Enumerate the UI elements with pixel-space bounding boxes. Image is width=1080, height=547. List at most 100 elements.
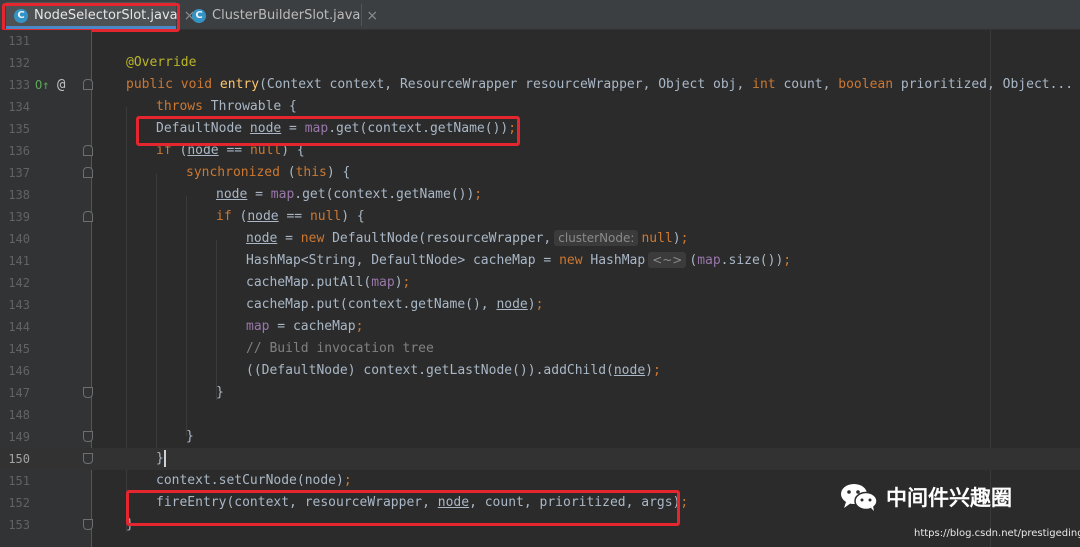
- fold-icon[interactable]: [83, 431, 93, 442]
- code-line[interactable]: 134 throws Throwable {: [0, 96, 1080, 118]
- code-line[interactable]: 141 HashMap<String, DefaultNode> cacheMa…: [0, 250, 1080, 272]
- semicolon: ;: [474, 187, 483, 202]
- code-fragment: prioritized, Object... args): [900, 77, 1074, 92]
- code-line[interactable]: 138 node = map.get(context.getName());: [0, 184, 1080, 206]
- line-number: 135: [8, 122, 30, 136]
- code-text: // Build invocation tree: [246, 338, 434, 360]
- code-fragment: cacheMap.putAll(: [246, 275, 372, 290]
- code-line[interactable]: 142 cacheMap.putAll(map);: [0, 272, 1080, 294]
- semicolon: ;: [680, 495, 689, 510]
- code-fragment: =: [247, 187, 271, 202]
- line-number: 136: [8, 144, 30, 158]
- fold-icon[interactable]: [83, 79, 93, 90]
- fold-icon[interactable]: [83, 387, 93, 398]
- class-icon: C: [192, 8, 206, 23]
- watermark-title: 中间件兴趣圈: [886, 486, 1012, 510]
- code-text: }: [156, 448, 166, 470]
- code-line[interactable]: 146 ((DefaultNode) context.getLastNode()…: [0, 360, 1080, 382]
- highlight-box-map-get: [136, 116, 520, 146]
- code-line[interactable]: 137 synchronized (this) {: [0, 162, 1080, 184]
- code-fragment: ): [672, 231, 681, 246]
- watermark: 中间件兴趣圈: [840, 482, 1012, 512]
- line-number: 150: [8, 452, 30, 466]
- code-text: throws Throwable {: [156, 96, 297, 118]
- line-number: 133: [8, 78, 30, 92]
- code-line[interactable]: 133 O↑ @ public void entry(Context conte…: [0, 74, 1080, 96]
- code-text: if (node == null) {: [216, 206, 365, 228]
- field: map: [246, 319, 270, 334]
- semicolon: ;: [402, 275, 411, 290]
- code-line[interactable]: 132 @Override: [0, 52, 1080, 74]
- code-text: HashMap<String, DefaultNode> cacheMap = …: [246, 250, 791, 272]
- keyword: int: [752, 77, 776, 92]
- highlight-box-active-tab: [2, 3, 180, 32]
- code-text: node = new DefaultNode(resourceWrapper, c…: [246, 228, 688, 250]
- code-fragment: ): [527, 297, 536, 312]
- code-line[interactable]: 149 }: [0, 426, 1080, 448]
- line-number: 145: [8, 342, 30, 356]
- text-caret: [163, 450, 166, 467]
- keyword: boolean: [838, 77, 894, 92]
- code-fragment: count,: [775, 77, 839, 92]
- keyword: if: [216, 209, 232, 224]
- semicolon: ;: [653, 363, 661, 378]
- highlight-box-fire-entry: [126, 490, 680, 526]
- code-fragment: .size()): [720, 253, 784, 268]
- code-line[interactable]: 139 if (node == null) {: [0, 206, 1080, 228]
- semicolon: ;: [343, 473, 352, 488]
- variable: node: [613, 363, 646, 378]
- code-line[interactable]: 148: [0, 404, 1080, 426]
- keyword: new: [300, 231, 325, 246]
- code-fragment: .get(context.getName()): [294, 187, 475, 202]
- code-fragment: = cacheMap: [269, 319, 356, 334]
- code-line[interactable]: 143 cacheMap.put(context.getName(), node…: [0, 294, 1080, 316]
- code-line-current[interactable]: 150 }: [0, 448, 1080, 470]
- tab-divider: [361, 4, 362, 26]
- code-editor[interactable]: 131 132 @Override 133 O↑ @ public void e…: [0, 30, 1080, 547]
- code-fragment: context.setCurNode(node): [156, 473, 344, 488]
- semicolon: ;: [680, 231, 689, 246]
- fold-icon[interactable]: [83, 453, 93, 464]
- code-line[interactable]: 147 }: [0, 382, 1080, 404]
- fold-icon[interactable]: [83, 167, 93, 178]
- code-fragment: cacheMap.put(context.getName(),: [246, 297, 497, 312]
- override-icon[interactable]: O↑: [35, 74, 49, 96]
- line-number: 141: [8, 254, 30, 268]
- code-fragment: (: [279, 165, 296, 180]
- code-line[interactable]: 144 map = cacheMap;: [0, 316, 1080, 338]
- semicolon: ;: [783, 253, 792, 268]
- code-fragment: ): [645, 363, 653, 378]
- line-number: 143: [8, 298, 30, 312]
- code-text: ((DefaultNode) context.getLastNode()).ad…: [246, 360, 661, 382]
- code-fragment: ) {: [326, 165, 351, 180]
- annotation-icon[interactable]: @: [57, 74, 65, 96]
- line-number: 140: [8, 232, 30, 246]
- code-fragment: (: [689, 253, 698, 268]
- code-text: map = cacheMap;: [246, 316, 363, 338]
- fold-icon[interactable]: [83, 145, 93, 156]
- field: map: [371, 275, 395, 290]
- diamond-hint[interactable]: <~>: [648, 252, 687, 268]
- fold-icon[interactable]: [83, 211, 93, 222]
- field: map: [697, 253, 721, 268]
- keyword: new: [559, 253, 583, 268]
- code-line[interactable]: 131: [0, 30, 1080, 52]
- semicolon: ;: [535, 297, 544, 312]
- code-fragment: (Context context, ResourceWrapper resour…: [259, 77, 753, 92]
- code-fragment: }: [156, 451, 164, 466]
- fold-icon[interactable]: [83, 519, 93, 530]
- close-icon[interactable]: ×: [366, 8, 378, 24]
- code-fragment: ==: [278, 209, 310, 224]
- method-name: entry: [219, 77, 260, 92]
- keyword: synchronized: [186, 165, 280, 180]
- code-text: node = map.get(context.getName());: [216, 184, 482, 206]
- comment: // Build invocation tree: [246, 341, 434, 356]
- code-line[interactable]: 140 node = new DefaultNode(resourceWrapp…: [0, 228, 1080, 250]
- keyword: null: [309, 209, 342, 224]
- code-line[interactable]: 145 // Build invocation tree: [0, 338, 1080, 360]
- code-text: context.setCurNode(node);: [156, 470, 352, 492]
- line-number: 153: [8, 518, 30, 532]
- code-fragment: }: [216, 385, 224, 400]
- tab-cluster-builder-slot[interactable]: C ClusterBuilderSlot.java ×: [184, 2, 378, 29]
- semicolon: ;: [355, 319, 364, 334]
